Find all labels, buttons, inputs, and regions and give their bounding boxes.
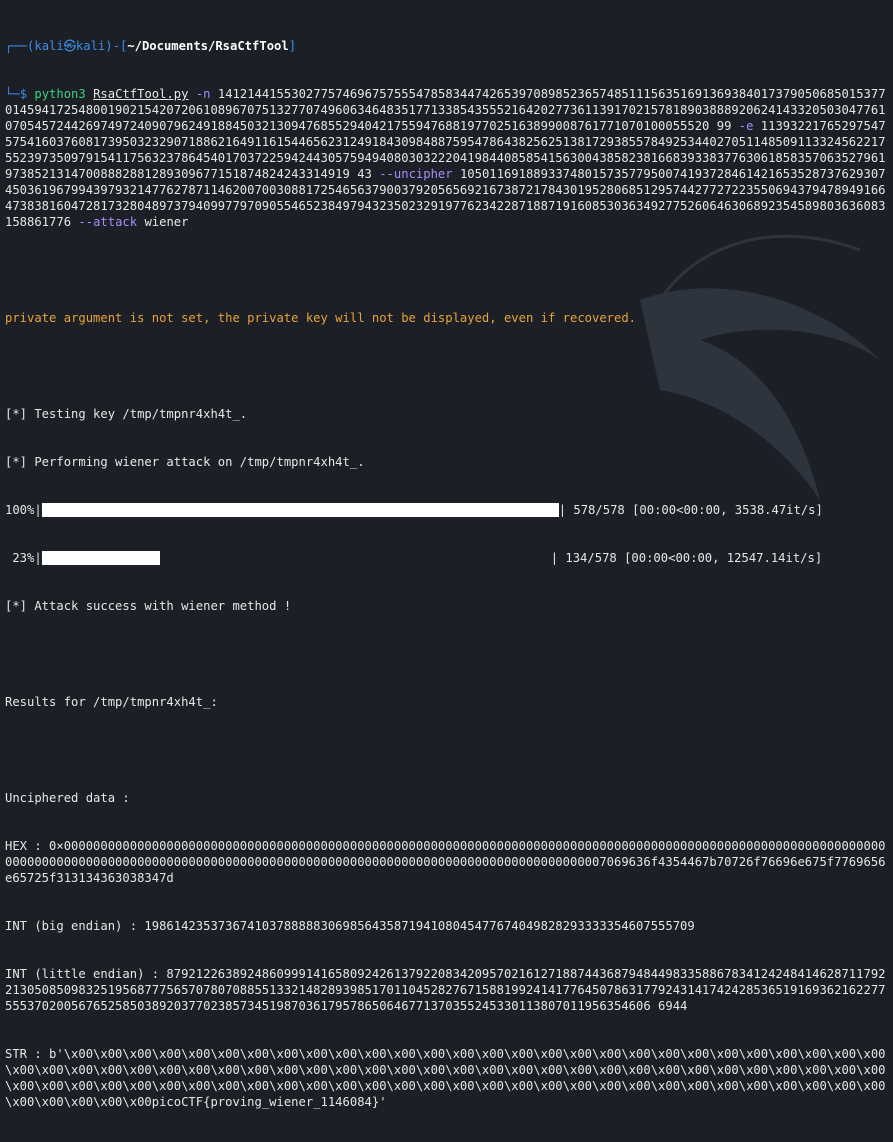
hex-output: HEX : 0×00000000000000000000000000000000… <box>5 839 886 885</box>
testing-key-text: [*] Testing key /tmp/tmpnr4xh4t_. <box>5 407 248 421</box>
terminal-window[interactable]: ┌──(kali㉿kali)-[~/Documents/RsaCtfTool] … <box>0 0 893 1109</box>
performing-attack-text: [*] Performing wiener attack on /tmp/tmp… <box>5 455 365 469</box>
warning-text: private argument is not set, the private… <box>5 311 637 325</box>
unciphered-label: Unciphered data : <box>5 791 130 805</box>
command-line[interactable]: └─$ python3 RsaCtfTool.py -n 14121441553… <box>5 86 889 230</box>
results-header: Results for /tmp/tmpnr4xh4t_: <box>5 695 218 709</box>
int-big-endian-output: INT (big endian) : 198614235373674103788… <box>5 919 695 933</box>
progress-bar-2: 23% | | 134/578 [00:00<00:00, 12547.14it/s… <box>5 551 823 565</box>
prompt-line-1: ┌──(kali㉿kali)-[~/Documents/RsaCtfTool] <box>5 39 297 53</box>
int-little-endian-output: INT (little endian) : 879212263892486099… <box>5 967 886 1013</box>
str-output: STR : b'\x00\x00\x00\x00\x00\x00\x00\x00… <box>5 1047 886 1109</box>
attack-success-text: [*] Attack success with wiener method ! <box>5 599 292 613</box>
progress-bar-1: 100% | | 578/578 [00:00<00:00, 3538.47it/s… <box>5 503 823 517</box>
terminal-output: ┌──(kali㉿kali)-[~/Documents/RsaCtfTool] … <box>5 6 889 1142</box>
current-path: ~/Documents/RsaCtfTool <box>127 39 289 53</box>
